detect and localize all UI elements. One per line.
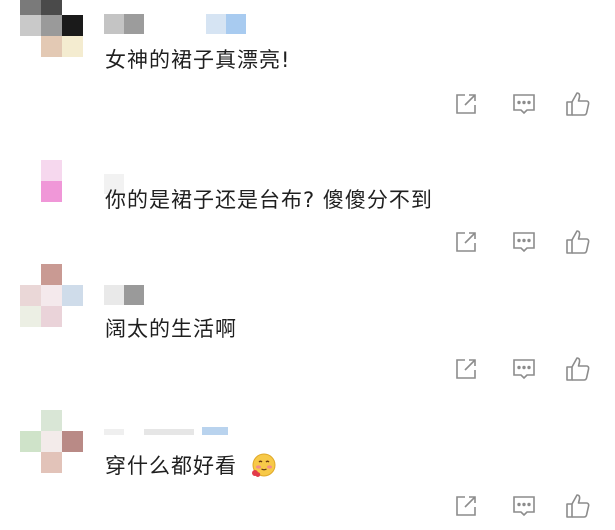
- avatar[interactable]: [20, 410, 84, 474]
- username-blurred[interactable]: [104, 285, 164, 305]
- comment-icon: [513, 496, 535, 517]
- comment-actions: [452, 228, 602, 256]
- like-button[interactable]: [564, 90, 592, 118]
- comment-text: 阔太的生活啊: [105, 315, 237, 343]
- share-button[interactable]: [452, 90, 480, 118]
- share-icon: [456, 94, 476, 114]
- like-button[interactable]: [564, 228, 592, 256]
- thumbs-up-icon: [566, 494, 590, 518]
- avatar[interactable]: [20, 160, 84, 224]
- comment-icon: [513, 232, 535, 253]
- username-blurred[interactable]: [104, 425, 234, 435]
- share-button[interactable]: [452, 492, 480, 520]
- comment-text: 穿什么都好看: [105, 452, 277, 480]
- reply-button[interactable]: [510, 492, 538, 520]
- thumbs-up-icon: [566, 230, 590, 254]
- comment-text-content: 穿什么都好看: [105, 454, 237, 478]
- comment-text-content: 女神的裙子真漂亮!: [105, 48, 291, 72]
- like-button[interactable]: [564, 355, 592, 383]
- comment-actions: [452, 90, 602, 118]
- reply-button[interactable]: [510, 355, 538, 383]
- share-icon: [456, 232, 476, 252]
- share-button[interactable]: [452, 228, 480, 256]
- comment-actions: [452, 492, 602, 520]
- reply-button[interactable]: [510, 90, 538, 118]
- avatar[interactable]: [20, 264, 84, 328]
- username-blurred[interactable]: [104, 14, 254, 34]
- comment-actions: [452, 355, 602, 383]
- like-button[interactable]: [564, 492, 592, 520]
- share-icon: [456, 359, 476, 379]
- share-button[interactable]: [452, 355, 480, 383]
- thumbs-up-icon: [566, 92, 590, 116]
- thumbs-up-icon: [566, 357, 590, 381]
- comment-text: 女神的裙子真漂亮!: [105, 46, 290, 74]
- comment-icon: [513, 94, 535, 115]
- comment-text-content: 阔太的生活啊: [105, 317, 237, 341]
- avatar[interactable]: [20, 0, 84, 64]
- comment-icon: [513, 359, 535, 380]
- share-icon: [456, 496, 476, 516]
- comment-text-content: 你的是裙子还是台布? 傻傻分不到: [105, 188, 433, 212]
- comment-text: 你的是裙子还是台布? 傻傻分不到: [105, 186, 433, 214]
- reply-button[interactable]: [510, 228, 538, 256]
- blushing-face-emoji: [251, 452, 277, 478]
